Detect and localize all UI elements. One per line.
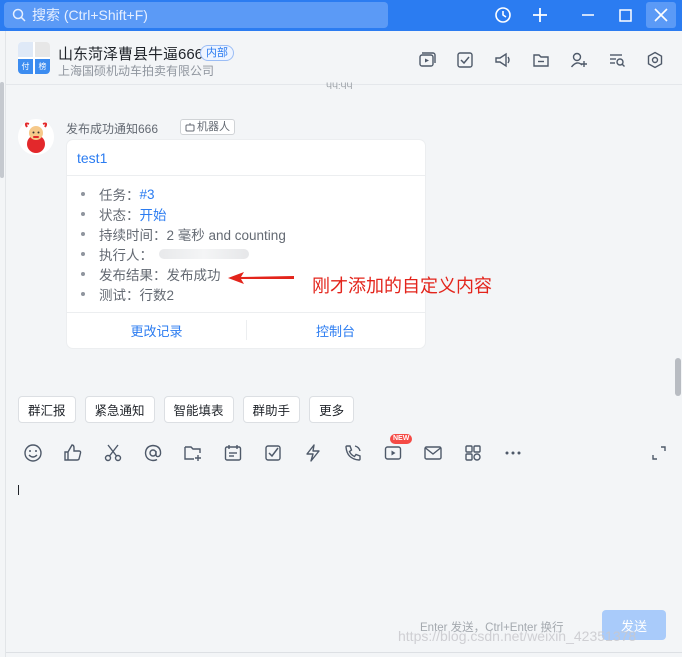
quick-actions: 群汇报 紧急通知 智能填表 群助手 更多 — [18, 396, 355, 423]
group-report-button[interactable]: 群汇报 — [18, 396, 76, 423]
redacted-value — [159, 249, 249, 259]
calendar-icon[interactable] — [222, 442, 244, 464]
title-bar: 搜索 (Ctrl+Shift+F) — [0, 0, 682, 31]
avatar-char: 榜 — [35, 59, 50, 74]
card-divider — [67, 175, 425, 176]
mail-icon[interactable] — [422, 442, 444, 464]
field-value: 2 毫秒 and counting — [166, 228, 286, 243]
annotation-text: 刚才添加的自定义内容 — [312, 276, 492, 296]
field-value: 行数2 — [139, 288, 175, 303]
field-label: 测试： — [99, 288, 140, 303]
card-field-executor: 执行人： — [77, 244, 286, 264]
history-icon[interactable] — [490, 3, 516, 27]
search-icon — [12, 8, 26, 22]
input-toolbar: NEW — [22, 434, 524, 464]
search-box[interactable]: 搜索 (Ctrl+Shift+F) — [4, 2, 388, 28]
group-assistant-button[interactable]: 群助手 — [242, 396, 301, 423]
emoji-icon[interactable] — [22, 442, 44, 464]
chat-header: 付 榜 山东菏泽曹县牛逼666 内部 上海国硕机动车拍卖有限公司 — [6, 31, 682, 85]
message-input[interactable] — [6, 472, 678, 622]
minimize-icon[interactable] — [575, 3, 601, 27]
add-member-icon[interactable] — [568, 49, 590, 71]
folder-add-icon[interactable] — [182, 442, 204, 464]
card-field-status: 状态： 开始 — [77, 204, 286, 224]
bot-badge-label: 机器人 — [197, 121, 230, 133]
more-button[interactable]: 更多 — [309, 396, 355, 423]
scrollbar-left[interactable] — [0, 82, 4, 178]
status-link[interactable]: 开始 — [140, 204, 167, 224]
video-meeting-icon[interactable] — [416, 49, 438, 71]
card-field-duration: 持续时间： 2 毫秒 and counting — [77, 224, 286, 244]
field-label: 发布结果： — [99, 268, 167, 283]
field-label: 持续时间： — [99, 228, 167, 243]
scrollbar-right[interactable] — [675, 358, 681, 396]
org-name: 上海国硕机动车拍卖有限公司 — [58, 64, 215, 78]
internal-badge: 内部 — [200, 45, 234, 61]
group-avatar[interactable]: 付 榜 — [18, 42, 50, 74]
watermark: https://blog.csdn.net/weixin_42351378 — [398, 628, 637, 644]
check-task-icon[interactable] — [262, 442, 284, 464]
text-cursor — [18, 485, 19, 495]
task-icon[interactable] — [454, 49, 476, 71]
thumbs-up-icon[interactable] — [62, 442, 84, 464]
change-log-button[interactable]: 更改记录 — [67, 312, 246, 348]
timestamp: ЧЧ:ЧЧ — [326, 81, 353, 91]
bot-avatar[interactable] — [18, 119, 54, 155]
field-label: 状态： — [99, 208, 140, 223]
field-label: 任务： — [99, 188, 140, 203]
apps-icon[interactable] — [462, 442, 484, 464]
urgent-notice-button[interactable]: 紧急通知 — [84, 396, 155, 423]
live-icon[interactable]: NEW — [382, 434, 413, 464]
card-title[interactable]: test1 — [77, 150, 107, 166]
message-list: ЧЧ:ЧЧ 发布成功通知666 机器人 test1 任务： #3 状态： 开始 持续… — [6, 81, 672, 390]
annotation-arrow-icon — [228, 272, 294, 284]
lightning-icon[interactable] — [302, 442, 324, 464]
folder-icon[interactable] — [530, 49, 552, 71]
avatar-char: 付 — [18, 59, 33, 74]
search-placeholder: 搜索 (Ctrl+Shift+F) — [32, 7, 148, 23]
field-value: 发布成功 — [166, 268, 221, 283]
console-button[interactable]: 控制台 — [246, 312, 425, 348]
maximize-icon[interactable] — [612, 3, 638, 27]
card-field-task: 任务： #3 — [77, 184, 286, 204]
settings-icon[interactable] — [644, 49, 666, 71]
smart-form-button[interactable]: 智能填表 — [163, 396, 234, 423]
sender-name[interactable]: 发布成功通知666 — [66, 120, 158, 137]
field-label: 执行人： — [99, 248, 153, 263]
scissors-icon[interactable] — [102, 442, 124, 464]
robot-icon — [185, 123, 195, 132]
close-icon[interactable] — [646, 2, 676, 28]
bot-badge: 机器人 — [180, 119, 235, 135]
new-badge: NEW — [390, 434, 413, 444]
more-icon[interactable] — [502, 442, 524, 464]
message-card: test1 任务： #3 状态： 开始 持续时间： 2 毫秒 and counting… — [67, 140, 425, 348]
group-name[interactable]: 山东菏泽曹县牛逼666 — [58, 43, 203, 64]
at-icon[interactable] — [142, 442, 164, 464]
plus-icon[interactable] — [527, 3, 553, 27]
announcement-icon[interactable] — [492, 49, 514, 71]
expand-icon[interactable] — [648, 442, 670, 464]
phone-icon[interactable] — [342, 442, 364, 464]
task-link[interactable]: #3 — [140, 187, 155, 202]
bottom-border — [6, 652, 682, 653]
search-history-icon[interactable] — [606, 49, 628, 71]
